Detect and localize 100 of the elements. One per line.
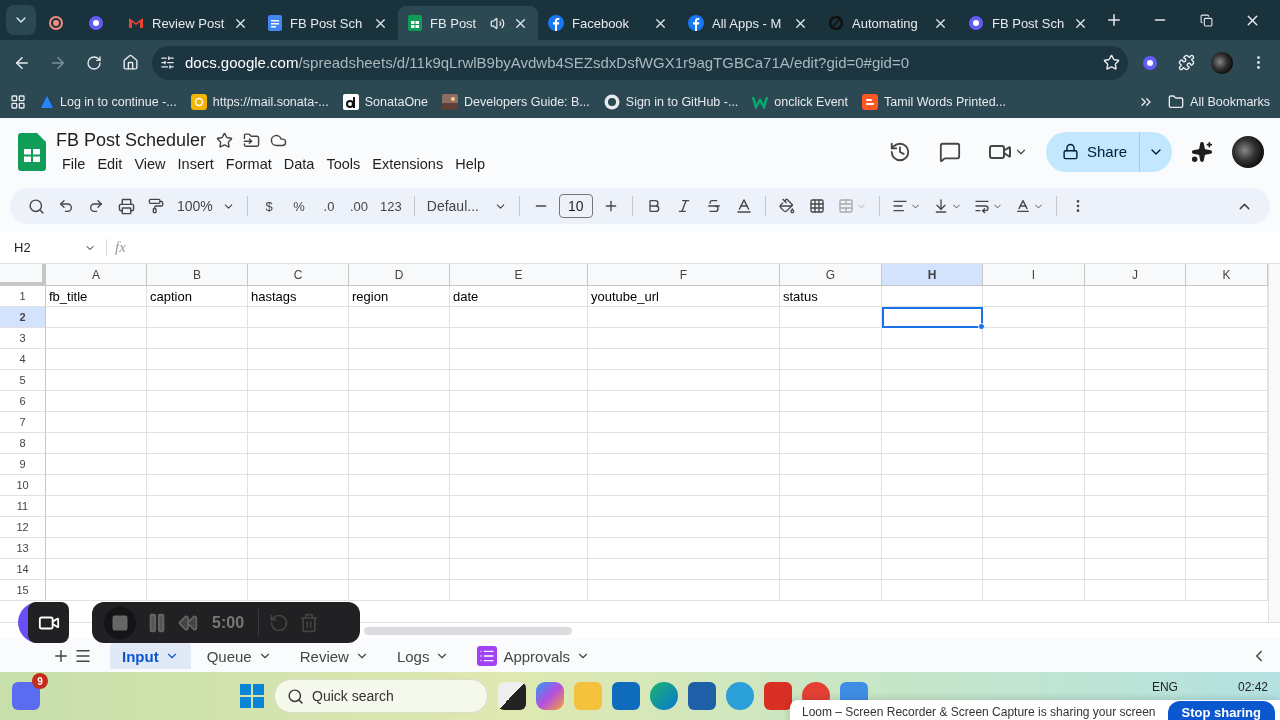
bookmark-link[interactable]: https://mail.sonata-... [212, 94, 329, 109]
active-cell[interactable] [882, 307, 983, 328]
format-button[interactable]: $ [257, 192, 281, 220]
delete-icon[interactable] [299, 612, 320, 633]
sheets-logo-icon[interactable] [18, 132, 46, 171]
column-header[interactable]: B [147, 264, 248, 286]
table-cell[interactable] [349, 391, 450, 412]
table-cell[interactable] [450, 559, 588, 580]
table-cell[interactable] [147, 433, 248, 454]
row-header[interactable]: 7 [0, 412, 46, 433]
table-cell[interactable] [1085, 412, 1186, 433]
table-cell[interactable] [983, 496, 1085, 517]
merge-cells-icon[interactable] [837, 198, 854, 214]
table-cell[interactable] [780, 538, 882, 559]
table-cell[interactable] [1085, 391, 1186, 412]
bookmark-star-icon[interactable] [1103, 54, 1120, 71]
move-folder-icon[interactable] [243, 131, 261, 149]
table-cell[interactable] [450, 412, 588, 433]
menu-item[interactable]: Extensions [366, 153, 450, 174]
table-cell[interactable] [882, 349, 983, 370]
table-cell[interactable] [1085, 517, 1186, 538]
store-icon[interactable] [688, 682, 716, 710]
table-cell[interactable] [147, 475, 248, 496]
table-cell[interactable] [983, 580, 1085, 601]
table-cell[interactable] [1085, 496, 1186, 517]
table-cell[interactable] [882, 286, 983, 307]
table-cell[interactable] [46, 517, 147, 538]
table-cell[interactable] [349, 475, 450, 496]
table-cell[interactable] [248, 538, 349, 559]
table-cell[interactable] [349, 496, 450, 517]
row-header[interactable]: 11 [0, 496, 46, 517]
table-cell[interactable] [248, 454, 349, 475]
font-dropdown[interactable]: Defaul... [426, 198, 479, 214]
table-cell[interactable] [588, 307, 780, 328]
sheet-tab[interactable]: Approvals [465, 643, 603, 669]
bookmark-link[interactable]: Tamil Words Printed... [884, 94, 1007, 109]
table-cell[interactable] [248, 517, 349, 538]
table-cell[interactable] [46, 412, 147, 433]
search-field[interactable]: Quick search [274, 679, 488, 713]
row-header[interactable]: 3 [0, 328, 46, 349]
undo-icon[interactable] [58, 198, 74, 214]
browser-tab[interactable]: Review Post [118, 6, 258, 40]
reload-icon[interactable] [86, 54, 102, 71]
sheet-tab[interactable]: Logs [384, 643, 462, 669]
table-cell[interactable] [1085, 349, 1186, 370]
table-cell[interactable] [248, 433, 349, 454]
menu-item[interactable]: Insert [171, 153, 220, 174]
table-cell[interactable]: region [349, 286, 450, 307]
table-cell[interactable] [248, 391, 349, 412]
search-icon[interactable] [27, 197, 45, 215]
table-cell[interactable] [248, 328, 349, 349]
restore-icon[interactable] [1199, 13, 1213, 27]
table-cell[interactable] [588, 454, 780, 475]
select-all-corner[interactable] [0, 264, 46, 286]
vertical-scrollbar[interactable] [1268, 264, 1280, 622]
column-header[interactable]: G [780, 264, 882, 286]
table-cell[interactable]: status [780, 286, 882, 307]
table-cell[interactable] [147, 412, 248, 433]
table-cell[interactable] [450, 454, 588, 475]
table-cell[interactable] [248, 349, 349, 370]
fill-color-icon[interactable] [778, 198, 795, 214]
table-cell[interactable] [1085, 370, 1186, 391]
rewind-icon[interactable] [178, 612, 198, 633]
table-cell[interactable] [983, 454, 1085, 475]
table-cell[interactable] [450, 328, 588, 349]
wrap-icon[interactable] [973, 198, 990, 214]
row-header[interactable]: 14 [0, 559, 46, 580]
table-cell[interactable] [147, 391, 248, 412]
table-cell[interactable] [882, 517, 983, 538]
gear-icon[interactable] [88, 15, 104, 31]
table-cell[interactable] [780, 496, 882, 517]
table-cell[interactable] [780, 559, 882, 580]
row-header[interactable]: 9 [0, 454, 46, 475]
table-cell[interactable] [450, 391, 588, 412]
table-cell[interactable] [349, 538, 450, 559]
browser-tab[interactable]: FB Post Sch [958, 6, 1098, 40]
table-cell[interactable] [46, 370, 147, 391]
table-cell[interactable] [147, 328, 248, 349]
row-header[interactable]: 12 [0, 517, 46, 538]
table-cell[interactable] [588, 370, 780, 391]
table-cell[interactable] [147, 538, 248, 559]
comment-icon[interactable] [938, 140, 961, 163]
browser-tab[interactable]: FB Post [398, 6, 538, 40]
table-cell[interactable] [780, 412, 882, 433]
row-header[interactable]: 15 [0, 580, 46, 601]
table-cell[interactable] [450, 349, 588, 370]
table-cell[interactable] [588, 517, 780, 538]
outlook-icon[interactable] [612, 682, 640, 710]
table-cell[interactable] [248, 475, 349, 496]
redo-icon[interactable] [88, 198, 104, 214]
browser-app-icon[interactable] [726, 682, 754, 710]
fill-handle[interactable] [978, 323, 985, 330]
table-cell[interactable] [147, 370, 248, 391]
table-cell[interactable] [780, 307, 882, 328]
table-cell[interactable] [248, 370, 349, 391]
table-cell[interactable] [248, 580, 349, 601]
table-cell[interactable] [349, 517, 450, 538]
table-cell[interactable]: date [450, 286, 588, 307]
table-cell[interactable] [147, 496, 248, 517]
add-sheet-icon[interactable] [52, 647, 70, 665]
